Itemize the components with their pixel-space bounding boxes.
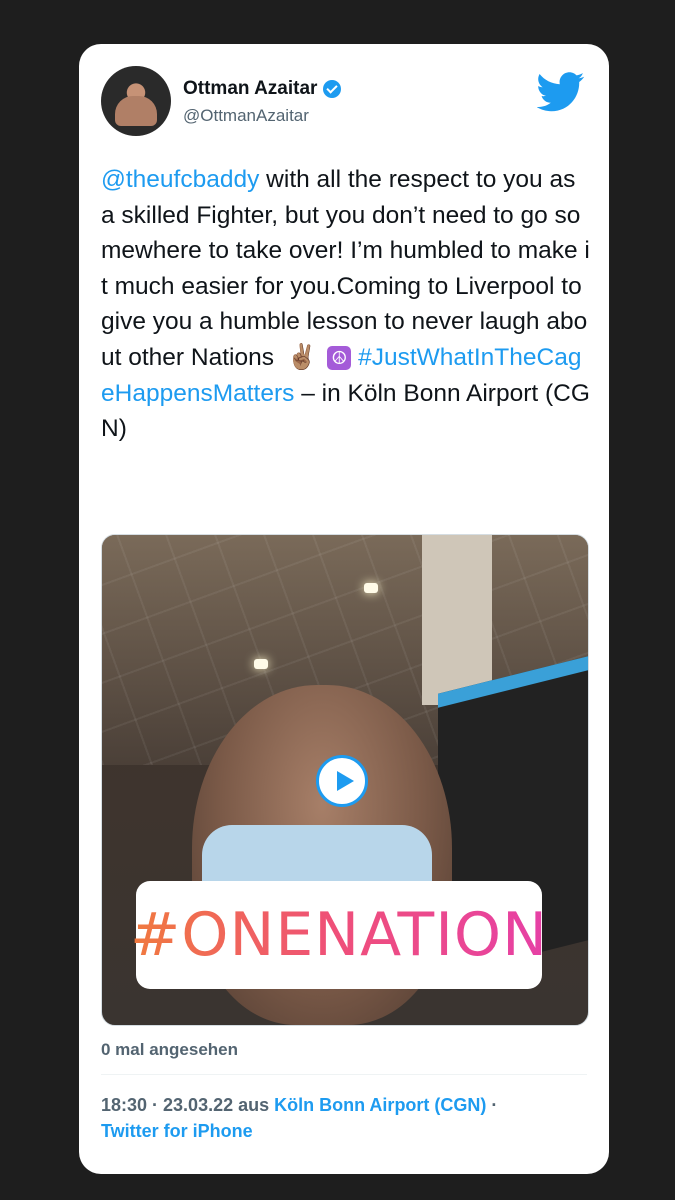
peace-symbol-emoji: ☮	[327, 346, 352, 371]
divider	[101, 1074, 587, 1075]
timestamp[interactable]: 18:30 · 23.03.22 aus	[101, 1095, 274, 1115]
hashtag-sticker: #ONENATION	[130, 881, 547, 989]
play-icon[interactable]	[316, 755, 368, 807]
tweet-meta: 18:30 · 23.03.22 aus Köln Bonn Airport (…	[101, 1092, 587, 1144]
pillar	[422, 535, 492, 705]
meta-separator: ·	[486, 1095, 498, 1115]
place-link[interactable]: Köln Bonn Airport (CGN)	[274, 1095, 486, 1115]
tweet-header: Ottman Azaitar @OttmanAzaitar	[101, 66, 587, 146]
video-media[interactable]: #ONENATION	[101, 534, 589, 1026]
mention-link[interactable]: @theufcbaddy	[101, 166, 259, 193]
client-link[interactable]: Twitter for iPhone	[101, 1121, 253, 1141]
tweet-card: Ottman Azaitar @OttmanAzaitar @theufcbad…	[79, 44, 609, 1174]
victory-hand-emoji: ✌🏽	[286, 344, 318, 372]
twitter-bird-icon[interactable]	[537, 72, 585, 112]
tweet-text: @theufcbaddy with all the respect to you…	[101, 162, 591, 447]
avatar[interactable]	[101, 66, 171, 136]
tweet-body: with all the respect to you as a skilled…	[101, 166, 590, 371]
author-row: Ottman Azaitar	[183, 78, 342, 100]
view-count: 0 mal angesehen	[101, 1040, 239, 1059]
ceiling-light	[254, 659, 268, 669]
ceiling-light	[364, 583, 378, 593]
author-handle[interactable]: @OttmanAzaitar	[183, 106, 309, 126]
author-name[interactable]: Ottman Azaitar	[183, 78, 317, 100]
sticker-text: #ONENATION	[129, 900, 549, 970]
verified-badge-icon	[323, 80, 342, 98]
